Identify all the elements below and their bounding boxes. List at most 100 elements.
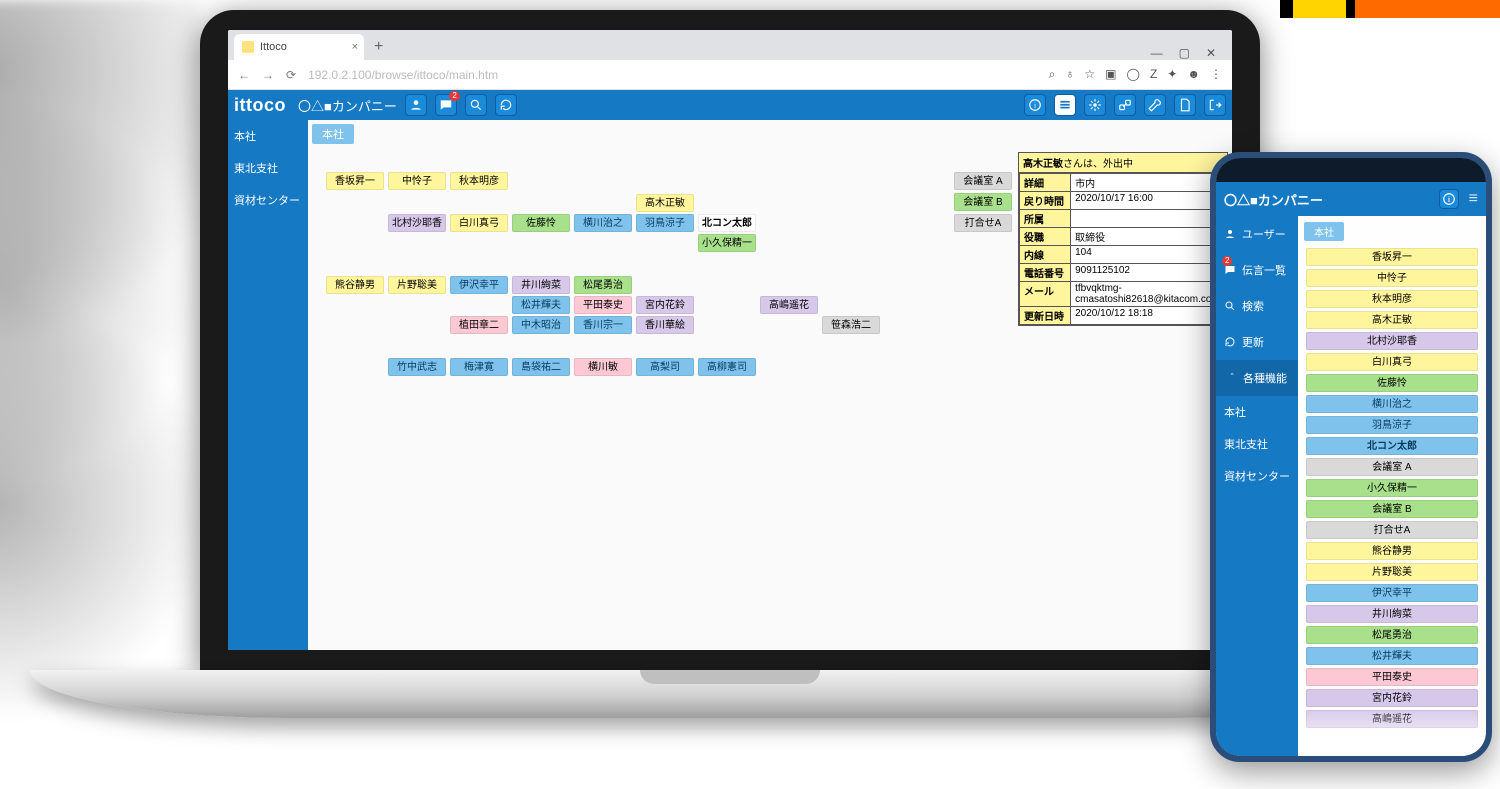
person-cell[interactable]: 横川治之: [574, 214, 632, 232]
grid-icon[interactable]: ▣: [1105, 67, 1116, 82]
person-cell[interactable]: 笹森浩二: [822, 316, 880, 334]
person-cell[interactable]: 松井輝夫: [512, 296, 570, 314]
phone-person-cell[interactable]: 熊谷静男: [1306, 542, 1478, 560]
person-cell[interactable]: 熊谷静男: [326, 276, 384, 294]
person-cell[interactable]: 横川敏: [574, 358, 632, 376]
phone-person-cell[interactable]: 平田泰史: [1306, 668, 1478, 686]
logout-button[interactable]: [1204, 94, 1226, 116]
search-button[interactable]: [465, 94, 487, 116]
person-cell[interactable]: 香坂昇一: [326, 172, 384, 190]
person-cell[interactable]: 高柳憲司: [698, 358, 756, 376]
desk-tab-active[interactable]: 本社: [312, 124, 354, 144]
sidebar-item[interactable]: 本社: [228, 120, 308, 152]
link-button[interactable]: [1114, 94, 1136, 116]
person-cell[interactable]: 島袋祐二: [512, 358, 570, 376]
phone-person-cell[interactable]: 会議室 B: [1306, 500, 1478, 518]
person-cell[interactable]: 羽鳥涼子: [636, 214, 694, 232]
window-maximize-icon[interactable]: ▢: [1179, 46, 1190, 60]
phone-person-cell[interactable]: 伊沢幸平: [1306, 584, 1478, 602]
menu-icon[interactable]: ⋮: [1210, 67, 1222, 82]
person-cell[interactable]: 香川華絵: [636, 316, 694, 334]
close-icon[interactable]: ×: [352, 34, 358, 60]
person-cell[interactable]: 植田章二: [450, 316, 508, 334]
key-icon[interactable]: ⌕: [1049, 67, 1056, 82]
person-cell[interactable]: 白川真弓: [450, 214, 508, 232]
phone-person-cell[interactable]: 高木正敏: [1306, 311, 1478, 329]
phone-person-cell[interactable]: 井川絢菜: [1306, 605, 1478, 623]
person-cell[interactable]: 高梨司: [636, 358, 694, 376]
room-button[interactable]: 打合せA: [954, 214, 1012, 232]
nav-forward-icon[interactable]: →: [262, 68, 274, 82]
phone-side-search[interactable]: 検索: [1216, 288, 1298, 324]
circle-icon[interactable]: ◯: [1127, 67, 1140, 82]
phone-person-cell[interactable]: 香坂昇一: [1306, 248, 1478, 266]
messages-button[interactable]: 2: [435, 94, 457, 116]
star-icon[interactable]: ☆: [1084, 67, 1095, 82]
person-cell[interactable]: 井川絢菜: [512, 276, 570, 294]
person-cell[interactable]: 伊沢幸平: [450, 276, 508, 294]
phone-person-cell[interactable]: 北村沙耶香: [1306, 332, 1478, 350]
phone-person-cell[interactable]: 横川治之: [1306, 395, 1478, 413]
person-cell[interactable]: 高木正敏: [636, 194, 694, 212]
person-cell[interactable]: 中怜子: [388, 172, 446, 190]
person-cell[interactable]: 梅津寛: [450, 358, 508, 376]
phone-info-button[interactable]: i: [1439, 189, 1459, 209]
list-view-button[interactable]: [1054, 94, 1076, 116]
browser-tab-active[interactable]: Ittoco ×: [234, 34, 364, 60]
person-cell[interactable]: 平田泰史: [574, 296, 632, 314]
sidebar-item[interactable]: 東北支社: [228, 152, 308, 184]
puzzle-icon[interactable]: ✦: [1167, 67, 1177, 82]
person-cell[interactable]: 宮内花鈴: [636, 296, 694, 314]
person-cell[interactable]: 松尾勇治: [574, 276, 632, 294]
refresh-button[interactable]: [495, 94, 517, 116]
person-cell[interactable]: 高嶋遥花: [760, 296, 818, 314]
search-icon[interactable]: ♁: [1065, 67, 1074, 82]
phone-side-group[interactable]: 資材センター: [1216, 460, 1298, 492]
phone-person-cell[interactable]: 会議室 A: [1306, 458, 1478, 476]
phone-person-cell[interactable]: 打合せA: [1306, 521, 1478, 539]
phone-person-cell[interactable]: 秋本明彦: [1306, 290, 1478, 308]
wrench-button[interactable]: [1144, 94, 1166, 116]
person-cell[interactable]: 小久保精一: [698, 234, 756, 252]
phone-person-cell[interactable]: 中怜子: [1306, 269, 1478, 287]
letter-z-icon[interactable]: Z: [1150, 67, 1157, 82]
phone-side-refresh[interactable]: 更新: [1216, 324, 1298, 360]
user-icon[interactable]: ☻: [1187, 67, 1200, 82]
person-cell[interactable]: 片野聡美: [388, 276, 446, 294]
phone-person-cell[interactable]: 白川真弓: [1306, 353, 1478, 371]
phone-person-cell[interactable]: 羽鳥涼子: [1306, 416, 1478, 434]
person-cell[interactable]: 竹中武志: [388, 358, 446, 376]
phone-person-cell[interactable]: 松井輝夫: [1306, 647, 1478, 665]
phone-person-cell[interactable]: 北コン太郎: [1306, 437, 1478, 455]
phone-person-cell[interactable]: 松尾勇治: [1306, 626, 1478, 644]
window-minimize-icon[interactable]: —: [1151, 46, 1163, 60]
phone-person-cell[interactable]: 宮内花鈴: [1306, 689, 1478, 707]
user-button[interactable]: [405, 94, 427, 116]
phone-person-cell[interactable]: 高嶋遥花: [1306, 710, 1478, 728]
room-button[interactable]: 会議室 B: [954, 193, 1012, 211]
nav-reload-icon[interactable]: ⟳: [286, 68, 296, 82]
phone-person-cell[interactable]: 片野聡美: [1306, 563, 1478, 581]
omnibox[interactable]: 192.0.2.100/browse/ittoco/main.htm: [308, 68, 1037, 82]
person-cell[interactable]: 中木昭治: [512, 316, 570, 334]
phone-side-group[interactable]: 東北支社: [1216, 428, 1298, 460]
room-button[interactable]: 会議室 A: [954, 172, 1012, 190]
window-close-icon[interactable]: ✕: [1206, 46, 1216, 60]
hamburger-icon[interactable]: ≡: [1469, 190, 1478, 208]
person-cell[interactable]: 香川宗一: [574, 316, 632, 334]
phone-side-functions[interactable]: ＾ 各種機能: [1216, 360, 1298, 396]
settings-button[interactable]: [1084, 94, 1106, 116]
phone-person-cell[interactable]: 佐藤怜: [1306, 374, 1478, 392]
person-cell[interactable]: 北コン太郎: [698, 214, 756, 232]
phone-person-cell[interactable]: 小久保精一: [1306, 479, 1478, 497]
person-cell[interactable]: 秋本明彦: [450, 172, 508, 190]
person-cell[interactable]: 北村沙耶香: [388, 214, 446, 232]
new-tab-button[interactable]: +: [374, 34, 383, 60]
phone-side-user[interactable]: ユーザー: [1216, 216, 1298, 252]
nav-back-icon[interactable]: ←: [238, 68, 250, 82]
document-button[interactable]: [1174, 94, 1196, 116]
person-cell[interactable]: 佐藤怜: [512, 214, 570, 232]
sidebar-item[interactable]: 資材センター: [228, 184, 308, 216]
phone-tab-active[interactable]: 本社: [1304, 222, 1344, 241]
phone-side-messages[interactable]: 2 伝言一覧: [1216, 252, 1298, 288]
